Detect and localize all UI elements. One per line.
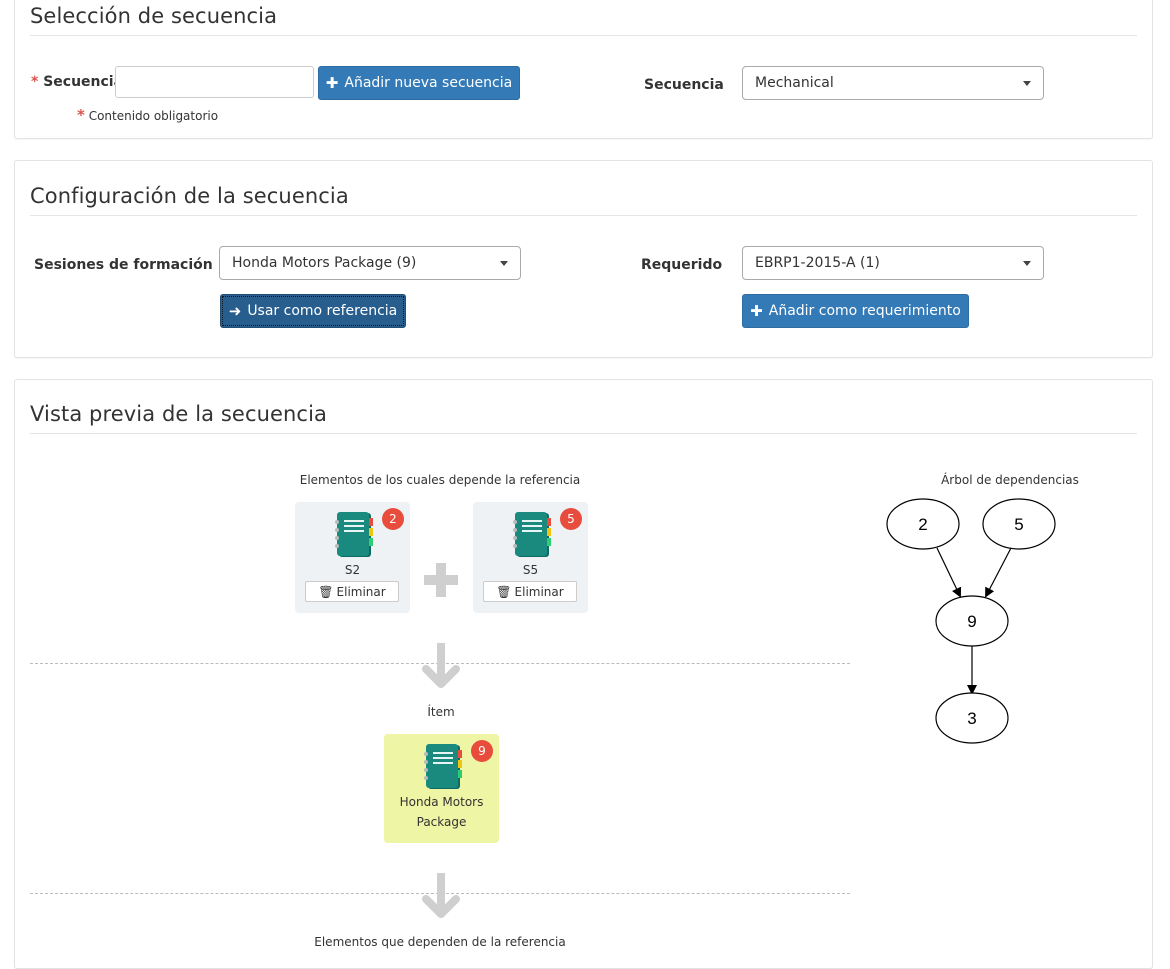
item-name-line2: Package [416, 815, 467, 829]
sesiones-select-value: Honda Motors Package (9) [232, 255, 417, 271]
dependency-card-s2: 2 S2 🗑 Eliminar [295, 502, 410, 613]
depends-on-caption: Elementos de los cuales depende la refer… [299, 473, 581, 487]
tree-node-label: 3 [967, 709, 976, 728]
tree-node-3: 3 [935, 692, 1009, 744]
add-sequence-label: Añadir nueva secuencia [344, 75, 513, 91]
required-star: * [31, 74, 39, 90]
sesiones-label: Sesiones de formación [34, 257, 213, 273]
secuencia-select-value: Mechanical [755, 75, 834, 91]
arrow-down-icon [422, 643, 460, 688]
seleccion-divider [30, 35, 1137, 36]
sesiones-select[interactable]: Honda Motors Package (9) [219, 246, 521, 280]
tree-caption: Árbol de dependencias [941, 473, 1079, 487]
notebook-icon [513, 512, 551, 557]
add-requirement-label: Añadir como requerimiento [768, 303, 961, 319]
notebook-icon [335, 512, 373, 557]
dependency-tree: 2 5 9 3 [886, 498, 1056, 744]
arrow-right-icon: ➜ [228, 302, 242, 320]
badge-s2: 2 [382, 508, 404, 530]
configuracion-title: Configuración de la secuencia [30, 184, 349, 208]
notebook-icon [424, 744, 462, 789]
seleccion-title: Selección de secuencia [30, 4, 278, 28]
add-sequence-button[interactable]: ✚ Añadir nueva secuencia [318, 66, 520, 100]
plus-big-icon [424, 563, 458, 597]
arrow-down-icon [422, 873, 460, 918]
requerido-label: Requerido [641, 257, 723, 273]
tree-node-label: 2 [918, 515, 927, 534]
tree-edge [985, 547, 1012, 598]
dependency-card-s5: 5 S5 🗑 Eliminar [473, 502, 588, 613]
caret-down-icon [1023, 261, 1031, 266]
required-note-text: Contenido obligatorio [88, 109, 219, 123]
plus-icon: ✚ [750, 302, 763, 320]
tree-node-label: 5 [1014, 515, 1023, 534]
secuencia-select[interactable]: Mechanical [742, 66, 1044, 100]
trash-icon: 🗑 [318, 584, 334, 599]
reference-item-card: 9 Honda Motors Package [384, 734, 499, 843]
requerido-select[interactable]: EBRP1-2015-A (1) [742, 246, 1044, 280]
secuencia-label: * Secuencia [31, 74, 123, 90]
secuencia-input[interactable] [115, 66, 314, 98]
delete-button-s5[interactable]: 🗑 Eliminar [483, 581, 577, 602]
configuracion-divider [30, 215, 1137, 216]
requerido-select-value: EBRP1-2015-A (1) [755, 255, 880, 271]
card-name-s2: S2 [344, 563, 361, 577]
vista-divider [30, 433, 1137, 434]
tree-edge [936, 547, 962, 598]
item-name-line1: Honda Motors [399, 795, 484, 809]
seleccion-panel: Selección de secuencia * Secuencia ✚ Aña… [14, 0, 1153, 139]
tree-node-5: 5 [982, 498, 1056, 550]
configuracion-panel: Configuración de la secuencia Sesiones d… [14, 160, 1153, 358]
badge-item: 9 [471, 740, 493, 762]
dependents-caption: Elementos que dependen de la referencia [314, 935, 566, 949]
tree-node-2: 2 [886, 498, 960, 550]
tree-node-9: 9 [935, 595, 1009, 647]
secuencia-select-label: Secuencia [644, 77, 724, 93]
required-note-star: * [77, 106, 85, 124]
plus-icon: ✚ [325, 74, 339, 92]
caret-down-icon [500, 261, 508, 266]
card-name-s5: S5 [522, 563, 539, 577]
vista-title: Vista previa de la secuencia [30, 402, 327, 426]
add-requirement-button[interactable]: ✚ Añadir como requerimiento [742, 294, 969, 328]
required-note: * Contenido obligatorio [77, 106, 218, 124]
badge-s5: 5 [560, 508, 582, 530]
trash-icon: 🗑 [496, 584, 512, 599]
use-as-reference-button[interactable]: ➜ Usar como referencia [220, 294, 406, 328]
tree-node-label: 9 [967, 612, 976, 631]
item-caption: Ítem [427, 705, 455, 719]
use-as-reference-label: Usar como referencia [247, 303, 398, 319]
delete-button-s2[interactable]: 🗑 Eliminar [305, 581, 399, 602]
delete-label-s5: Eliminar [514, 584, 564, 599]
caret-down-icon [1023, 81, 1031, 86]
secuencia-label-text: Secuencia [43, 74, 124, 90]
delete-label-s2: Eliminar [336, 584, 386, 599]
